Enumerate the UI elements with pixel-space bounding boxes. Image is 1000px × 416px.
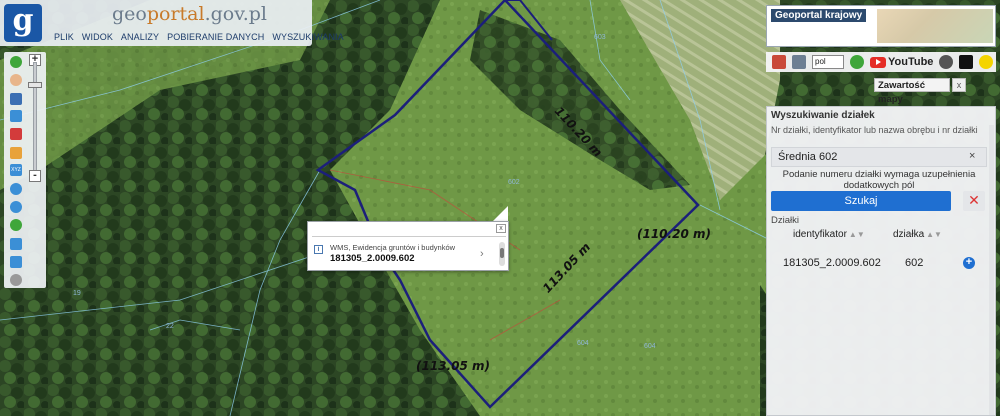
main-menu: PLIK WIDOK ANALIZY POBIERANIE DANYCH WYS… [50,30,348,44]
arrow-right-icon[interactable] [10,256,22,268]
search-input[interactable]: Średnia 602 [771,147,987,167]
menu-plik[interactable]: PLIK [50,30,78,44]
results-table-header: identyfikator ▲▼ działka ▲▼ [771,225,987,245]
globe-icon[interactable] [10,219,22,231]
search-info-text: Podanie numeru działki wymaga uzupełnien… [782,169,976,191]
sort-icon[interactable]: ▲▼ [849,230,865,239]
eye-icon[interactable] [979,55,994,69]
column-dzialka-label: działka [893,229,925,240]
search-button[interactable]: Szukaj [771,191,951,211]
popup-layer-name: WMS, Ewidencja gruntów i budynków [330,243,456,252]
popup-close-button[interactable]: x [496,224,506,233]
menu-pobieranie-danych[interactable]: POBIERANIE DANYCH [163,30,268,44]
youtube-label: YouTube [888,56,934,68]
language-select[interactable]: pol [812,55,844,69]
menu-wyszukiwania[interactable]: WYSZUKIWANIA [268,30,347,44]
parcel-number: 604 [577,340,589,347]
column-dzialka[interactable]: działka ▲▼ [893,229,942,240]
map-toolbar: XYZ + - [4,52,46,288]
popup-scrollbar[interactable] [499,242,505,266]
export-icon[interactable] [772,55,786,69]
hand-pan-icon[interactable] [10,74,22,86]
overview-label: Geoportal krajowy [771,9,867,22]
zoom-out-tool-icon[interactable] [10,201,22,213]
zoom-slider[interactable] [33,62,37,176]
popup-pointer [492,206,508,222]
popup-divider [312,236,506,237]
sort-icon[interactable]: ▲▼ [926,230,942,239]
arrow-left-icon[interactable] [10,238,22,250]
parcel-search-panel: Wyszukiwanie działek Nr działki, identyf… [766,106,996,416]
print-area-icon[interactable] [10,128,22,140]
info-icon[interactable] [10,56,22,68]
panel-scrollbar[interactable] [989,125,994,415]
site-title-domain: .gov.pl [204,3,267,25]
parcel-number: 604 [644,343,656,350]
map-contents-close[interactable]: x [952,78,966,92]
settings-icon[interactable] [939,55,954,69]
info-icon: i [314,245,323,254]
menu-analizy[interactable]: ANALIZY [117,30,163,44]
column-identyfikator[interactable]: identyfikator ▲▼ [793,229,865,240]
panel-title: Wyszukiwanie działek [771,110,875,121]
print-icon[interactable] [792,55,806,69]
parcel-number: 603 [594,34,606,41]
zoom-slider-handle[interactable] [28,82,42,88]
popup-parcel-id: 181305_2.0009.602 [330,253,415,264]
site-title-accent: portal [146,3,205,25]
add-parcel-icon[interactable]: + [963,257,975,269]
dimension-label: (110.20 m) [637,227,711,241]
header: g geoportal.gov.pl PLIK WIDOK ANALIZY PO… [0,0,344,46]
select-icon[interactable] [10,110,22,122]
search-hint: Nr działki, identyfikator lub nazwa obrę… [771,125,978,135]
youtube-icon [870,56,886,68]
table-row[interactable]: 181305_2.0009.602 602 + [771,255,987,273]
site-title-main: geo [112,3,147,25]
menu-widok[interactable]: WIDOK [78,30,117,44]
pencil-icon[interactable] [10,147,22,159]
xyz-icon[interactable]: XYZ [10,164,22,176]
overview-map-thumbnail[interactable] [877,9,993,43]
parcel-number: 19 [73,290,81,297]
youtube-link[interactable]: YouTube [870,56,933,68]
cell-identyfikator: 181305_2.0009.602 [783,257,881,269]
clear-search-icon[interactable]: × [969,150,975,162]
cell-dzialka: 602 [905,257,924,269]
column-identyfikator-label: identyfikator [793,229,847,240]
help-icon[interactable] [850,55,864,69]
cancel-search-button[interactable]: ✕ [963,191,985,211]
icon-bar: pol YouTube [766,52,996,72]
dimension-label: (113.05 m) [416,359,490,373]
accessibility-icon[interactable] [959,55,974,69]
parcel-number: 22 [166,323,174,330]
overview-map[interactable]: Geoportal krajowy [766,5,996,47]
map-contents-button[interactable]: Zawartość mapy [874,78,950,105]
chevron-right-icon[interactable]: › [480,248,484,260]
zoom-out-button[interactable]: - [29,170,41,182]
geoportal-logo[interactable]: g [4,4,42,42]
layers-icon[interactable] [10,93,22,105]
site-title: geoportal.gov.pl [112,3,267,25]
parcel-number: 602 [508,179,520,186]
zoom-in-tool-icon[interactable] [10,183,22,195]
feature-info-popup: x i WMS, Ewidencja gruntów i budynków 18… [307,221,509,271]
compass-icon[interactable] [10,274,22,286]
